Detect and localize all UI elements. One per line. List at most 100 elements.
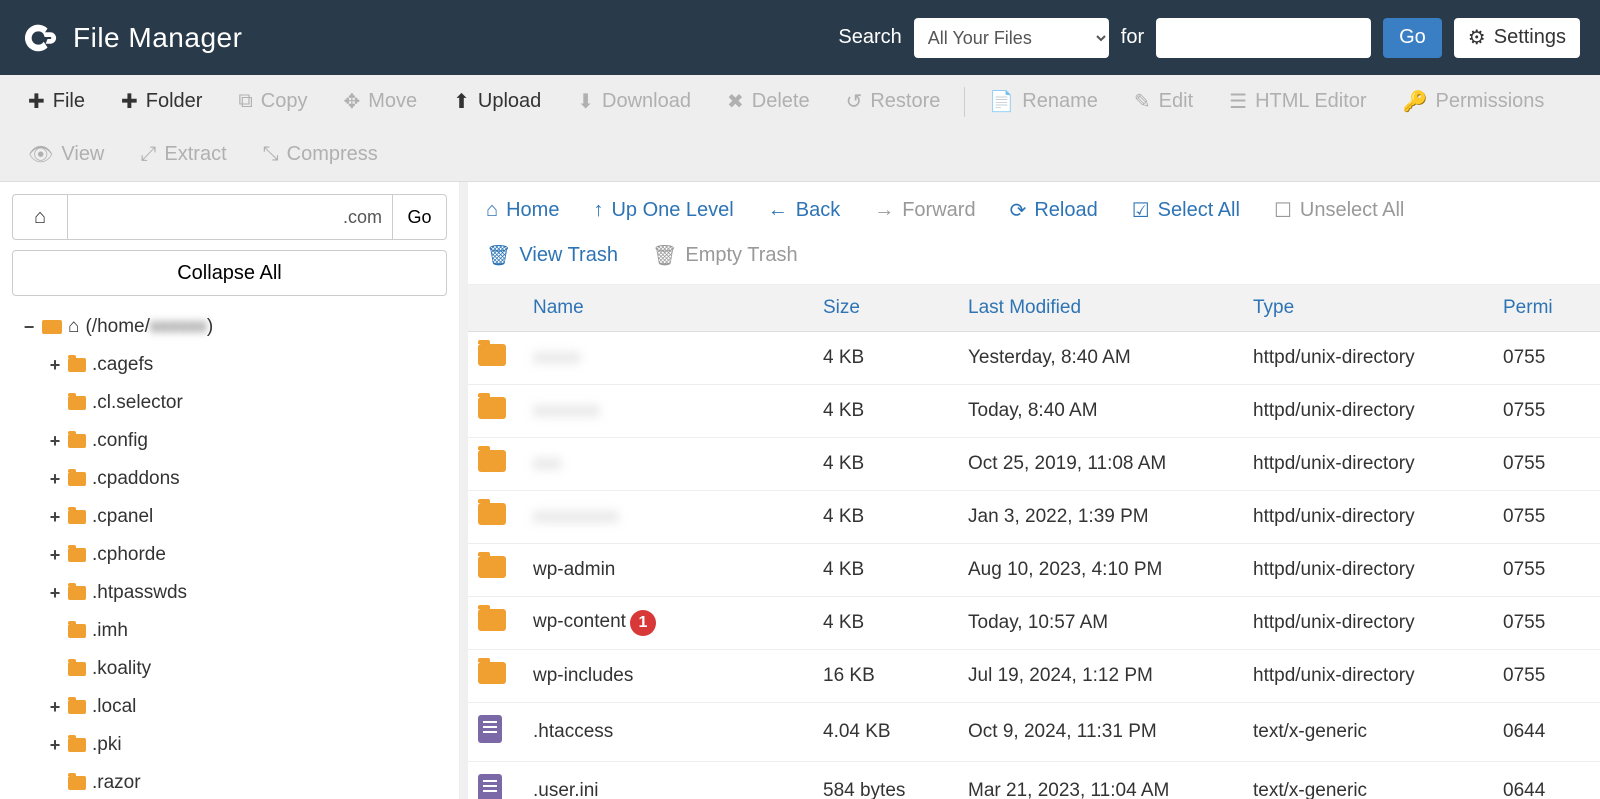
- nav-back[interactable]: ←Back: [764, 193, 844, 228]
- tree-root[interactable]: − ⌂ (/home/xxxxxx): [12, 308, 447, 346]
- tree-item-label: .cpaddons: [92, 460, 180, 498]
- for-label: for: [1121, 26, 1144, 49]
- file-size: 4 KB: [813, 388, 958, 434]
- file-modified: Today, 8:40 AM: [958, 388, 1243, 434]
- permissions-button[interactable]: 🔑Permissions: [1385, 75, 1563, 128]
- file-name: .user.ini: [533, 780, 598, 799]
- expand-icon[interactable]: +: [48, 499, 62, 535]
- up-icon: ↑: [593, 199, 603, 222]
- tree-item[interactable]: +.pki: [12, 726, 447, 764]
- folder-icon: [68, 358, 86, 372]
- tree-item[interactable]: +.cagefs: [12, 346, 447, 384]
- expand-icon[interactable]: +: [48, 347, 62, 383]
- nav-view-trash[interactable]: 🗑View Trash: [482, 237, 622, 274]
- edit-button[interactable]: ✎Edit: [1116, 75, 1211, 128]
- copy-label: Copy: [261, 90, 308, 113]
- search-go-button[interactable]: Go: [1383, 18, 1442, 58]
- app-header: File Manager Search All Your Files for G…: [0, 0, 1600, 75]
- col-type[interactable]: Type: [1243, 285, 1493, 331]
- table-row[interactable]: xxxxxxx 4 KB Today, 8:40 AM httpd/unix-d…: [468, 385, 1600, 438]
- copy-icon: ⧉: [238, 90, 252, 113]
- tree-item[interactable]: .imh: [12, 612, 447, 650]
- table-row[interactable]: xxxxxxxxx 4 KB Jan 3, 2022, 1:39 PM http…: [468, 491, 1600, 544]
- expand-icon[interactable]: +: [48, 461, 62, 497]
- col-permissions[interactable]: Permi: [1493, 285, 1563, 331]
- file-type: httpd/unix-directory: [1243, 600, 1493, 646]
- file-size: 4 KB: [813, 600, 958, 646]
- file-modified: Jan 3, 2022, 1:39 PM: [958, 494, 1243, 540]
- collapse-all-button[interactable]: Collapse All: [12, 250, 447, 296]
- nav-reload[interactable]: ⟳Reload: [1006, 192, 1102, 229]
- folder-icon: [68, 662, 86, 676]
- tree-item-label: .razor: [92, 764, 141, 799]
- permissions-label: Permissions: [1435, 90, 1544, 113]
- download-button[interactable]: ⬇Download: [559, 75, 709, 128]
- rename-icon: 📄: [989, 89, 1014, 114]
- rename-button[interactable]: 📄Rename: [971, 75, 1116, 128]
- edit-icon: ✎: [1134, 89, 1151, 114]
- html-editor-button[interactable]: ☰HTML Editor: [1211, 75, 1384, 128]
- upload-label: Upload: [478, 90, 541, 113]
- compress-button[interactable]: ⤡Compress: [245, 129, 396, 180]
- nav-home[interactable]: ⌂Home: [482, 193, 563, 228]
- expand-icon[interactable]: +: [48, 537, 62, 573]
- nav-empty-trash[interactable]: 🗑Empty Trash: [648, 237, 802, 274]
- extract-button[interactable]: ⤢Extract: [122, 129, 244, 180]
- move-button[interactable]: ✥Move: [325, 75, 435, 128]
- expand-icon[interactable]: +: [48, 727, 62, 763]
- table-row[interactable]: wp-admin 4 KB Aug 10, 2023, 4:10 PM http…: [468, 544, 1600, 597]
- main-panel: ⌂Home ↑Up One Level ←Back →Forward ⟳Relo…: [460, 182, 1600, 799]
- checkbox-icon: ☐: [1274, 198, 1292, 223]
- col-modified[interactable]: Last Modified: [958, 285, 1243, 331]
- app-title: File Manager: [73, 22, 242, 54]
- sidebar: ⌂ Go Collapse All − ⌂ (/home/xxxxxx) +.c…: [0, 182, 460, 799]
- view-button[interactable]: 👁View: [10, 128, 122, 181]
- table-row[interactable]: wp-content1 4 KB Today, 10:57 AM httpd/u…: [468, 597, 1600, 650]
- nav-forward[interactable]: →Forward: [870, 193, 979, 228]
- tree-item[interactable]: +.config: [12, 422, 447, 460]
- home-path-button[interactable]: ⌂: [12, 194, 67, 240]
- tree-item[interactable]: .koality: [12, 650, 447, 688]
- new-folder-button[interactable]: ✚Folder: [103, 75, 220, 128]
- table-row[interactable]: .user.ini 584 bytes Mar 21, 2023, 11:04 …: [468, 762, 1600, 799]
- table-row[interactable]: xxx 4 KB Oct 25, 2019, 11:08 AM httpd/un…: [468, 438, 1600, 491]
- tree-item[interactable]: .cl.selector: [12, 384, 447, 422]
- col-name[interactable]: Name: [523, 285, 813, 331]
- search-scope-select[interactable]: All Your Files: [914, 18, 1109, 58]
- tree-item[interactable]: +.local: [12, 688, 447, 726]
- settings-button[interactable]: ⚙ Settings: [1454, 18, 1580, 58]
- nav-unselect-all[interactable]: ☐Unselect All: [1270, 192, 1408, 229]
- folder-icon: [68, 624, 86, 638]
- tree-item[interactable]: +.cphorde: [12, 536, 447, 574]
- tree-item[interactable]: .razor: [12, 764, 447, 799]
- file-size: 4.04 KB: [813, 709, 958, 755]
- folder-icon: [478, 503, 506, 525]
- collapse-icon[interactable]: −: [22, 309, 36, 345]
- table-row[interactable]: xxxxx 4 KB Yesterday, 8:40 AM httpd/unix…: [468, 332, 1600, 385]
- expand-icon[interactable]: +: [48, 423, 62, 459]
- tree-item[interactable]: +.cpanel: [12, 498, 447, 536]
- nav-up[interactable]: ↑Up One Level: [589, 193, 737, 228]
- tree-item[interactable]: +.htpasswds: [12, 574, 447, 612]
- path-input[interactable]: [67, 194, 392, 240]
- delete-label: Delete: [752, 90, 810, 113]
- expand-icon[interactable]: +: [48, 689, 62, 725]
- expand-icon[interactable]: +: [48, 575, 62, 611]
- copy-button[interactable]: ⧉ Copy: [220, 76, 325, 127]
- table-row[interactable]: .htaccess 4.04 KB Oct 9, 2024, 11:31 PM …: [468, 703, 1600, 762]
- restore-button[interactable]: ↺Restore: [828, 75, 959, 128]
- nav-select-all[interactable]: ☑Select All: [1128, 192, 1244, 229]
- tree-item[interactable]: + .cpaddons: [12, 460, 447, 498]
- app-logo: File Manager: [20, 19, 242, 57]
- file-name: wp-includes: [533, 665, 633, 686]
- table-row[interactable]: wp-includes 16 KB Jul 19, 2024, 1:12 PM …: [468, 650, 1600, 703]
- search-input[interactable]: [1156, 18, 1371, 58]
- delete-button[interactable]: ✖Delete: [709, 75, 828, 128]
- col-size[interactable]: Size: [813, 285, 958, 331]
- path-go-button[interactable]: Go: [392, 194, 447, 240]
- file-icon: [478, 715, 502, 743]
- upload-button[interactable]: ⬆Upload: [435, 75, 559, 128]
- file-name: wp-admin: [533, 559, 615, 580]
- file-permissions: 0644: [1493, 709, 1563, 755]
- new-file-button[interactable]: ✚File: [10, 75, 103, 128]
